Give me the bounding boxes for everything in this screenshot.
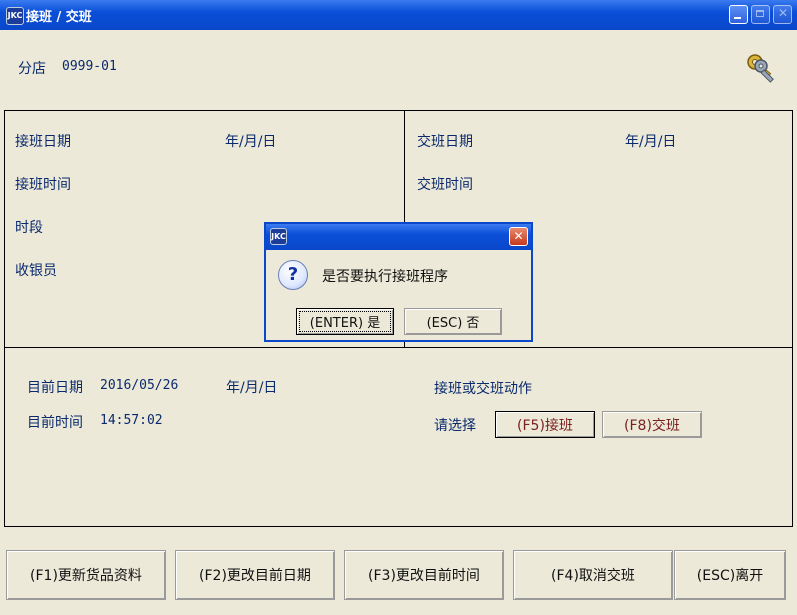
current-time-label: 目前时间 bbox=[27, 415, 83, 431]
dialog-title-bar[interactable]: JKC ✕ bbox=[266, 224, 531, 250]
minimize-button[interactable] bbox=[729, 5, 748, 24]
handover-in-date-label: 接班日期 bbox=[15, 134, 71, 150]
handover-in-date-format: 年/月/日 bbox=[225, 134, 277, 150]
title-bar[interactable]: JKC 接班 / 交班 bbox=[0, 0, 797, 30]
f4-cancel-handover-button[interactable]: (F4)取消交班 bbox=[513, 550, 673, 600]
app-icon: JKC bbox=[6, 7, 24, 25]
store-value: 0999-01 bbox=[62, 59, 117, 74]
handover-in-cashier-label: 收银员 bbox=[15, 263, 57, 279]
current-time-value: 14:57:02 bbox=[100, 413, 163, 428]
handover-out-time-label: 交班时间 bbox=[417, 177, 473, 193]
main-window: JKC 接班 / 交班 分店 0999-01 接班日期 年/月/日 接班时间 时… bbox=[0, 0, 797, 615]
store-label: 分店 bbox=[18, 61, 46, 77]
dialog-close-button[interactable]: ✕ bbox=[509, 227, 528, 246]
keys-icon bbox=[747, 54, 774, 83]
f2-change-date-button[interactable]: (F2)更改目前日期 bbox=[175, 550, 335, 600]
handover-in-period-label: 时段 bbox=[15, 220, 43, 236]
dialog-no-button[interactable]: (ESC) 否 bbox=[404, 308, 502, 335]
close-button[interactable] bbox=[773, 5, 792, 24]
window-title: 接班 / 交班 bbox=[26, 10, 92, 25]
handover-out-date-label: 交班日期 bbox=[417, 134, 473, 150]
f3-change-time-button[interactable]: (F3)更改目前时间 bbox=[344, 550, 504, 600]
handover-in-time-label: 接班时间 bbox=[15, 177, 71, 193]
question-icon: ? bbox=[278, 260, 308, 290]
dialog-message: 是否要执行接班程序 bbox=[322, 269, 448, 285]
f8-handover-out-button[interactable]: (F8)交班 bbox=[602, 411, 702, 438]
maximize-button[interactable] bbox=[751, 5, 770, 24]
current-date-label: 目前日期 bbox=[27, 380, 83, 396]
dialog-yes-button[interactable]: (ENTER) 是 bbox=[296, 308, 394, 335]
esc-exit-button[interactable]: (ESC)离开 bbox=[674, 550, 786, 600]
action-title: 接班或交班动作 bbox=[434, 381, 532, 397]
handover-out-date-format: 年/月/日 bbox=[625, 134, 677, 150]
choose-label: 请选择 bbox=[434, 418, 476, 434]
f1-update-products-button[interactable]: (F1)更新货品资料 bbox=[6, 550, 166, 600]
current-date-value: 2016/05/26 bbox=[100, 378, 179, 393]
current-date-format: 年/月/日 bbox=[226, 380, 278, 396]
f5-handover-in-button[interactable]: (F5)接班 bbox=[495, 411, 595, 438]
dialog-app-icon: JKC bbox=[270, 228, 287, 245]
confirm-dialog: JKC ✕ ? 是否要执行接班程序 (ENTER) 是 (ESC) 否 bbox=[264, 222, 533, 342]
